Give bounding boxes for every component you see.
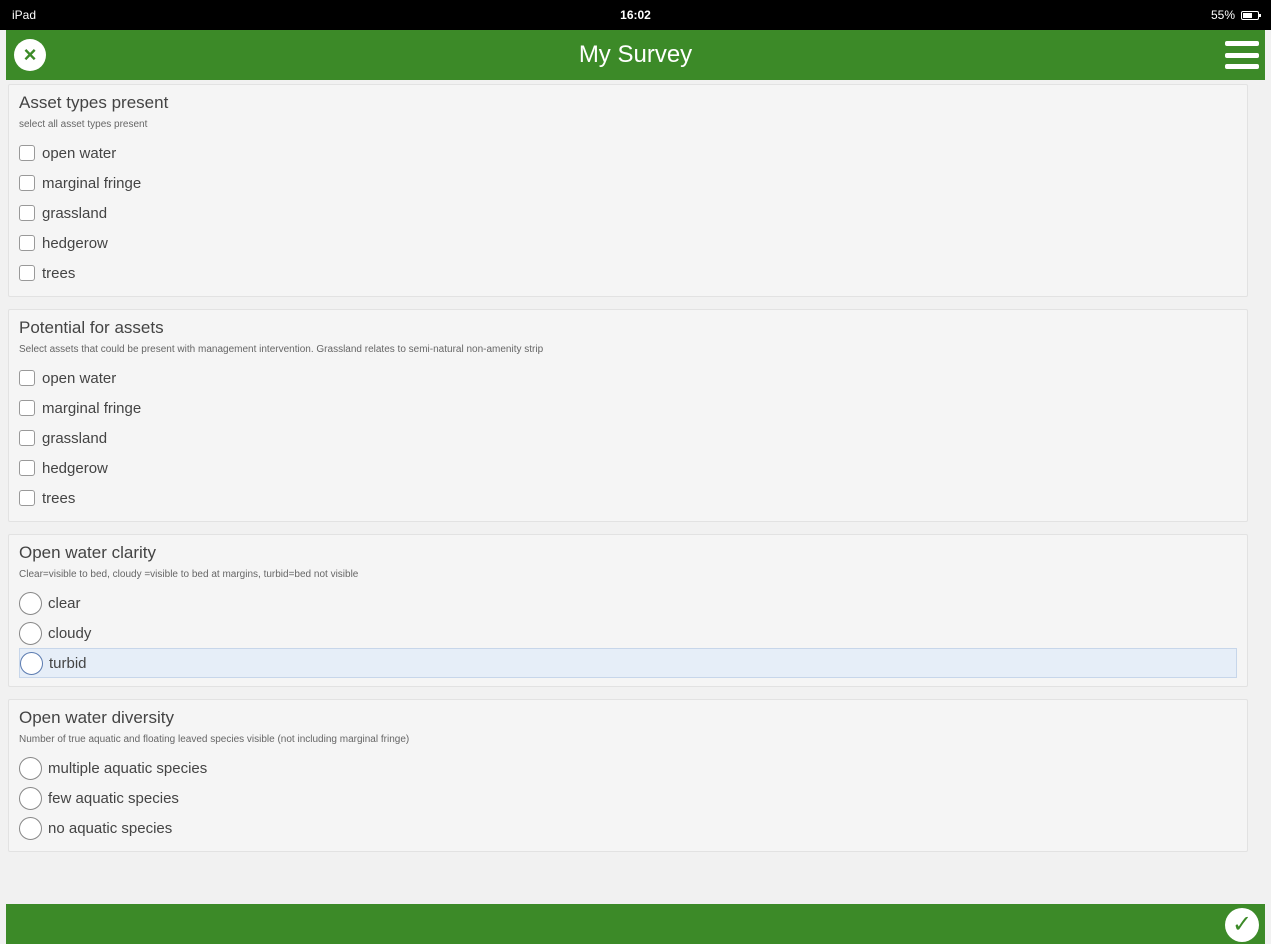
option-potential-marginal-fringe[interactable]: marginal fringe (19, 393, 1237, 423)
option-potential-grassland[interactable]: grassland (19, 423, 1237, 453)
section-title: Asset types present (19, 93, 169, 112)
section-water-clarity: Open water clarity Clear=visible to bed,… (8, 534, 1248, 687)
option-label: no aquatic species (48, 819, 173, 837)
radio-button[interactable] (19, 786, 42, 810)
hamburger-menu-icon[interactable] (1225, 41, 1259, 69)
section-hint: Clear=visible to bed, cloudy =visible to… (19, 569, 359, 580)
option-label: marginal fringe (42, 399, 142, 417)
option-label: turbid (49, 654, 87, 672)
option-label: cloudy (48, 624, 92, 642)
app-footer: ✓ (6, 904, 1265, 944)
checkbox[interactable] (19, 265, 35, 281)
option-label: trees (42, 264, 76, 282)
radio-button[interactable] (19, 591, 42, 615)
option-asset-trees[interactable]: trees (19, 258, 1237, 288)
checkbox[interactable] (19, 400, 35, 416)
option-diversity-few[interactable]: few aquatic species (19, 783, 1237, 813)
option-diversity-none[interactable]: no aquatic species (19, 813, 1237, 843)
section-hint: select all asset types present (19, 119, 148, 130)
section-water-diversity: Open water diversity Number of true aqua… (8, 699, 1248, 852)
section-title: Open water clarity (19, 543, 156, 562)
option-potential-trees[interactable]: trees (19, 483, 1237, 513)
option-label: multiple aquatic species (48, 759, 208, 777)
checkbox[interactable] (19, 460, 35, 476)
option-label: clear (48, 594, 81, 612)
option-label: hedgerow (42, 234, 108, 252)
option-potential-open-water[interactable]: open water (19, 363, 1237, 393)
option-asset-grassland[interactable]: grassland (19, 198, 1237, 228)
section-asset-types: Asset types present select all asset typ… (8, 84, 1248, 297)
option-label: few aquatic species (48, 789, 179, 807)
section-potential-assets: Potential for assets Select assets that … (8, 309, 1248, 522)
checkmark-icon[interactable]: ✓ (1225, 908, 1259, 942)
option-label: marginal fringe (42, 174, 142, 192)
option-asset-hedgerow[interactable]: hedgerow (19, 228, 1237, 258)
option-label: hedgerow (42, 459, 108, 477)
section-title: Open water diversity (19, 708, 174, 727)
option-diversity-multiple[interactable]: multiple aquatic species (19, 753, 1237, 783)
section-title: Potential for assets (19, 318, 164, 337)
option-asset-open-water[interactable]: open water (19, 138, 1237, 168)
menu-bar (1225, 41, 1259, 46)
menu-bar (1225, 52, 1259, 58)
checkbox[interactable] (19, 490, 35, 506)
radio-button[interactable] (19, 621, 42, 645)
battery-status: 55% (1210, 8, 1261, 22)
app-header: × My Survey (6, 30, 1265, 80)
radio-button[interactable] (20, 651, 43, 675)
option-label: open water (42, 369, 117, 387)
device-label: iPad (12, 8, 37, 22)
checkbox[interactable] (19, 370, 35, 386)
close-icon[interactable]: × (14, 39, 46, 71)
option-label: open water (42, 144, 117, 162)
checkbox[interactable] (19, 175, 35, 191)
survey-form: Asset types present select all asset typ… (8, 84, 1248, 864)
checkbox[interactable] (19, 145, 35, 161)
menu-bar (1225, 64, 1259, 69)
page-title: My Survey (578, 41, 693, 68)
clock: 16:02 (620, 8, 651, 22)
battery-icon (1241, 10, 1261, 20)
option-clarity-cloudy[interactable]: cloudy (19, 618, 1237, 648)
option-clarity-turbid[interactable]: turbid (19, 648, 1237, 678)
radio-button[interactable] (19, 816, 42, 840)
section-hint: Number of true aquatic and floating leav… (19, 734, 410, 745)
battery-percent: 55% (1210, 8, 1235, 22)
checkbox[interactable] (19, 430, 35, 446)
option-clarity-clear[interactable]: clear (19, 588, 1237, 618)
checkbox[interactable] (19, 205, 35, 221)
option-potential-hedgerow[interactable]: hedgerow (19, 453, 1237, 483)
status-bar: iPad 16:02 55% (0, 0, 1271, 30)
option-label: grassland (42, 429, 108, 447)
radio-button[interactable] (19, 756, 42, 780)
option-label: trees (42, 489, 76, 507)
checkbox[interactable] (19, 235, 35, 251)
option-label: grassland (42, 204, 108, 222)
option-asset-marginal-fringe[interactable]: marginal fringe (19, 168, 1237, 198)
section-hint: Select assets that could be present with… (19, 344, 544, 355)
